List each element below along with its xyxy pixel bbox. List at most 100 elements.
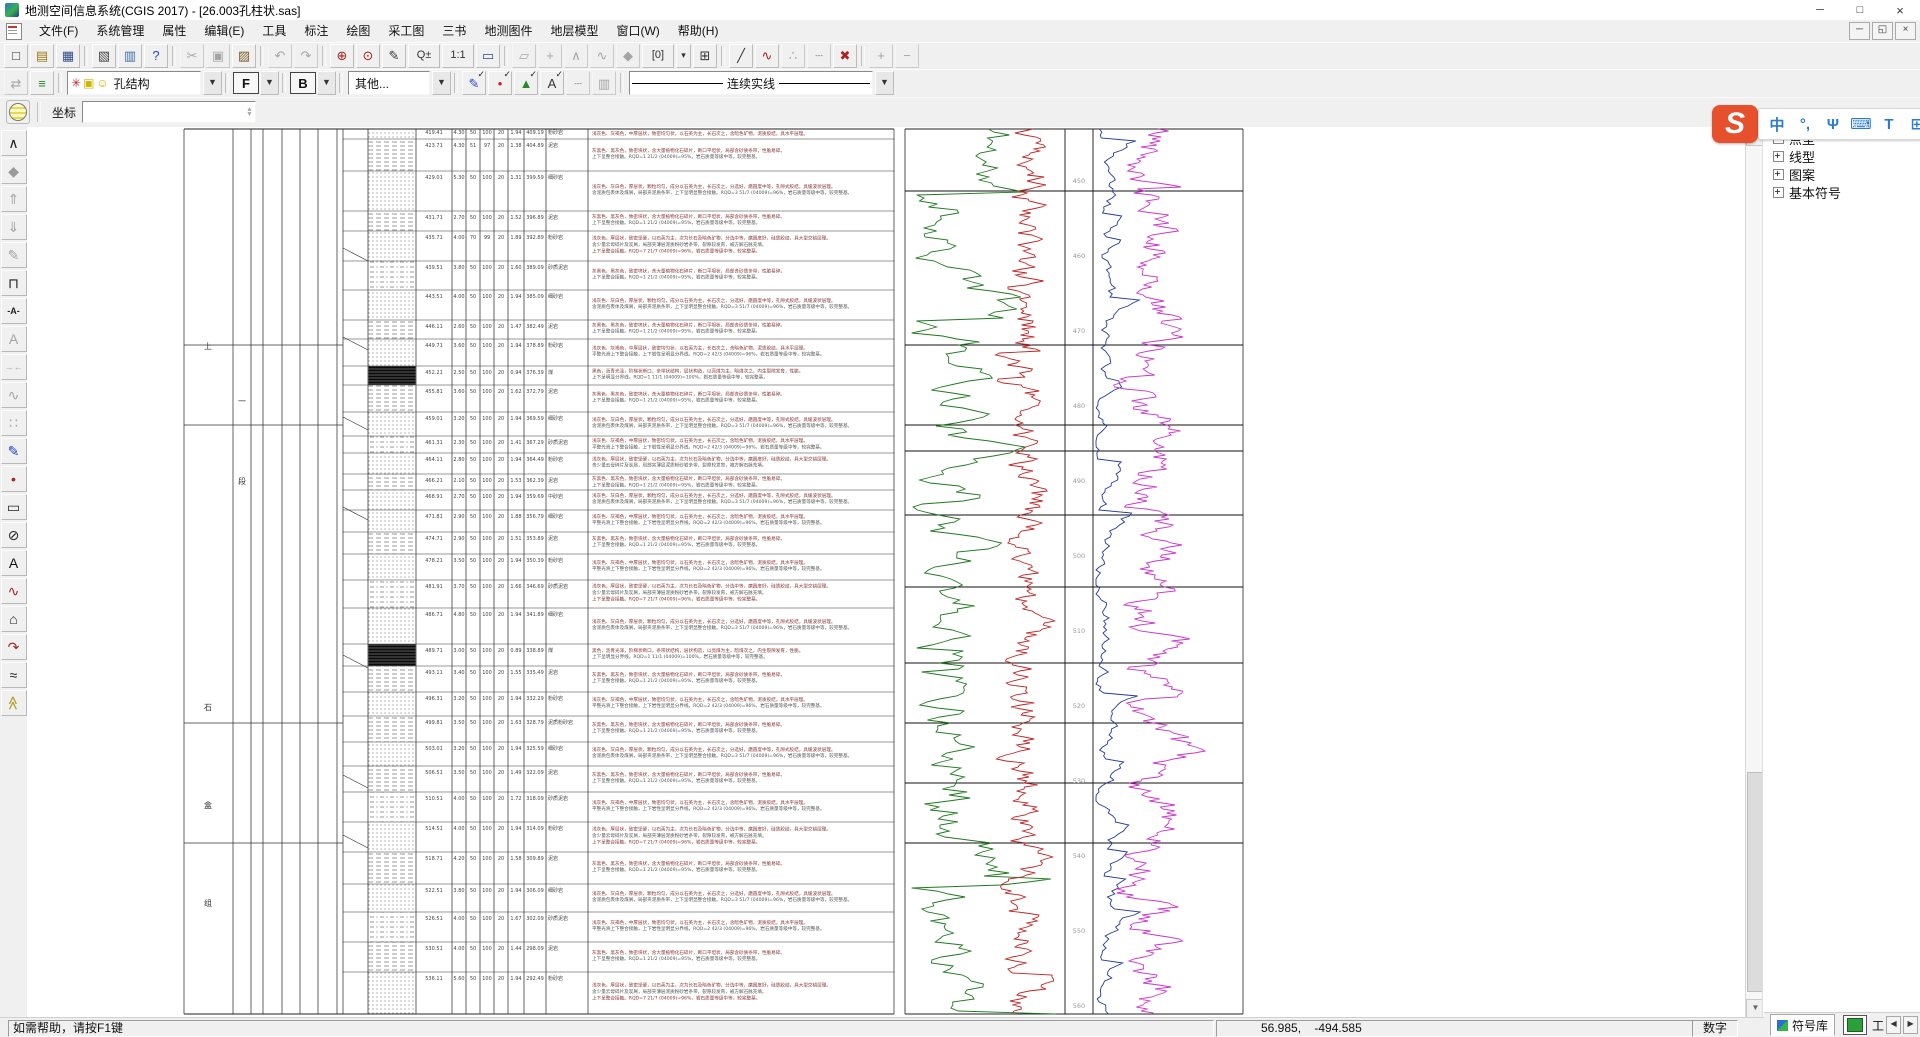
paste-button[interactable]: ▨ bbox=[232, 43, 256, 68]
menu-item-7[interactable]: 绘图 bbox=[337, 20, 379, 42]
coordinate-mode-button[interactable] bbox=[6, 100, 30, 124]
structure-combo-dropdown[interactable]: ▼ bbox=[203, 71, 222, 95]
voice-input-icon[interactable]: Ψ bbox=[1821, 112, 1845, 136]
pattern-preview-button[interactable] bbox=[1843, 1015, 1868, 1035]
pan-pen-button[interactable]: ✎ bbox=[382, 43, 406, 68]
label-node-button[interactable]: A bbox=[0, 326, 27, 352]
region-fill-button[interactable]: ◆ bbox=[0, 158, 27, 184]
grid-button[interactable]: ⊞ bbox=[693, 43, 717, 68]
expand-plus-icon[interactable] bbox=[1773, 168, 1784, 180]
view-previous-button[interactable]: ∧ bbox=[0, 130, 27, 156]
layers-button[interactable]: ≡ bbox=[30, 71, 54, 95]
child-close-button[interactable]: × bbox=[1895, 22, 1916, 40]
pin-draw-button[interactable]: ✎ bbox=[0, 438, 27, 464]
point-draw-button[interactable]: • bbox=[0, 466, 27, 492]
redo-button[interactable]: ↷ bbox=[294, 43, 318, 68]
minus-button[interactable]: − bbox=[895, 43, 919, 68]
toolbox-icon[interactable]: ⊞ bbox=[1905, 112, 1920, 136]
move-up-button[interactable]: ⇑ bbox=[0, 186, 27, 212]
back-color-dropdown[interactable]: ▼ bbox=[317, 71, 336, 95]
polyline-button[interactable]: ∿ bbox=[0, 578, 27, 604]
maximize-button[interactable]: □ bbox=[1840, 1, 1880, 20]
expand-plus-icon[interactable] bbox=[1773, 186, 1784, 198]
open-button[interactable]: ▤ bbox=[30, 43, 54, 68]
punctuation-icon[interactable]: °, bbox=[1793, 112, 1817, 136]
zoom-in-button[interactable]: ⊕ bbox=[330, 43, 354, 68]
delete-entity-button[interactable]: ✖ bbox=[833, 43, 857, 68]
menu-item-2[interactable]: 系统管理 bbox=[87, 20, 153, 42]
bars-button[interactable]: ▥ bbox=[592, 71, 616, 95]
child-restore-button[interactable]: ◱ bbox=[1872, 22, 1893, 40]
menu-item-6[interactable]: 标注 bbox=[295, 20, 337, 42]
new-document-button[interactable]: □ bbox=[4, 43, 28, 68]
node-edit-button[interactable]: ∴ bbox=[781, 43, 805, 68]
window-copy-button[interactable]: ▱ bbox=[512, 43, 536, 68]
snap-point-button[interactable]: • bbox=[488, 70, 512, 95]
mirror-button[interactable]: ∧ bbox=[564, 43, 588, 68]
other-combo[interactable]: 其他... bbox=[348, 71, 430, 95]
align-nodes-button[interactable]: →← bbox=[0, 354, 27, 380]
input-mode-chinese-icon[interactable]: 中 bbox=[1765, 112, 1789, 136]
menu-item-8[interactable]: 采工图 bbox=[379, 20, 433, 42]
drawing-canvas[interactable]: 419.41 4.30 50 100 20 1.94 409.19 粉砂岩 423.71 4.30… bbox=[27, 127, 1745, 1017]
sogou-logo-icon[interactable]: S bbox=[1712, 105, 1758, 143]
back-color-button[interactable]: B bbox=[290, 72, 316, 94]
other-combo-dropdown[interactable]: ▼ bbox=[432, 71, 451, 95]
snap-text-button[interactable]: A bbox=[540, 70, 564, 95]
save-button[interactable]: ▦ bbox=[56, 43, 80, 68]
fill-region-button[interactable]: ◆ bbox=[616, 43, 640, 68]
menu-item-10[interactable]: 地测图件 bbox=[475, 20, 541, 42]
tree-item-2[interactable]: 线型 bbox=[1763, 147, 1920, 165]
structure-combo[interactable]: ✳ ▣ ☺ 孔结构 bbox=[67, 71, 201, 95]
snap-region-button[interactable]: ▲ bbox=[514, 70, 538, 95]
front-color-dropdown[interactable]: ▼ bbox=[260, 71, 279, 95]
expand-plus-icon[interactable] bbox=[1773, 150, 1784, 162]
copy-button[interactable]: ▣ bbox=[206, 43, 230, 68]
tree-item-4[interactable]: 基本符号 bbox=[1763, 183, 1920, 201]
arc-button[interactable]: ↷ bbox=[0, 634, 27, 660]
draw-line-button[interactable]: ╱ bbox=[729, 43, 753, 68]
wave-button[interactable]: ≈ bbox=[0, 662, 27, 688]
menu-item-11[interactable]: 地层模型 bbox=[541, 20, 607, 42]
move-down-button[interactable]: ⇓ bbox=[0, 214, 27, 240]
tree-item-3[interactable]: 图案 bbox=[1763, 165, 1920, 183]
polygon-button[interactable]: ⌂ bbox=[0, 606, 27, 632]
menu-item-3[interactable]: 属性 bbox=[153, 20, 195, 42]
minimize-button[interactable]: ─ bbox=[1800, 1, 1840, 20]
layer-select-button[interactable]: [0] bbox=[642, 43, 674, 68]
cut-button[interactable]: ✂ bbox=[180, 43, 204, 68]
text-button[interactable]: A bbox=[0, 550, 27, 576]
document-icon[interactable] bbox=[6, 22, 22, 40]
measure-button[interactable]: ┄ bbox=[566, 71, 590, 95]
skin-icon[interactable]: T bbox=[1877, 112, 1901, 136]
circle-button[interactable]: ⊘ bbox=[0, 522, 27, 548]
tab-scroll-left-button[interactable]: ◀ bbox=[1886, 1016, 1902, 1034]
menu-item-1[interactable]: 文件(F) bbox=[30, 20, 87, 42]
context-help-button[interactable]: ? bbox=[144, 43, 168, 68]
break-line-button[interactable]: ┄ bbox=[807, 43, 831, 68]
line-style-dropdown[interactable]: ▼ bbox=[875, 71, 894, 95]
line-style-combo[interactable]: 连续实线 bbox=[629, 71, 873, 95]
step-line-button[interactable]: ⊓ bbox=[0, 270, 27, 296]
close-button[interactable]: × bbox=[1880, 1, 1920, 20]
tab-scroll-right-button[interactable]: ▶ bbox=[1903, 1016, 1919, 1034]
undo-button[interactable]: ↶ bbox=[268, 43, 292, 68]
transform-button[interactable]: ⇄ bbox=[4, 71, 28, 95]
menu-item-9[interactable]: 三书 bbox=[433, 20, 475, 42]
menu-item-13[interactable]: 帮助(H) bbox=[669, 20, 728, 42]
actual-size-button[interactable]: 1:1 bbox=[442, 43, 474, 68]
symbol-library-tab[interactable]: 符号库 bbox=[1770, 1014, 1836, 1036]
move-view-button[interactable]: + bbox=[538, 43, 562, 68]
text-dash-button[interactable]: -A- bbox=[0, 298, 27, 324]
rectangle-button[interactable]: ▭ bbox=[0, 494, 27, 520]
draw-polyline-button[interactable]: ∿ bbox=[755, 43, 779, 68]
curve-ab-button[interactable]: ∿ bbox=[0, 382, 27, 408]
layer-dropdown-button[interactable]: ▾ bbox=[676, 43, 691, 68]
lasso-button[interactable]: ∿ bbox=[590, 43, 614, 68]
child-minimize-button[interactable]: ─ bbox=[1849, 22, 1870, 40]
spinner-control[interactable]: ▲ ▼ bbox=[244, 106, 255, 118]
soft-keyboard-icon[interactable]: ⌨ bbox=[1849, 112, 1873, 136]
menu-item-4[interactable]: 编辑(E) bbox=[195, 20, 253, 42]
plus-button[interactable]: + bbox=[869, 43, 893, 68]
front-color-button[interactable]: F bbox=[233, 72, 259, 94]
